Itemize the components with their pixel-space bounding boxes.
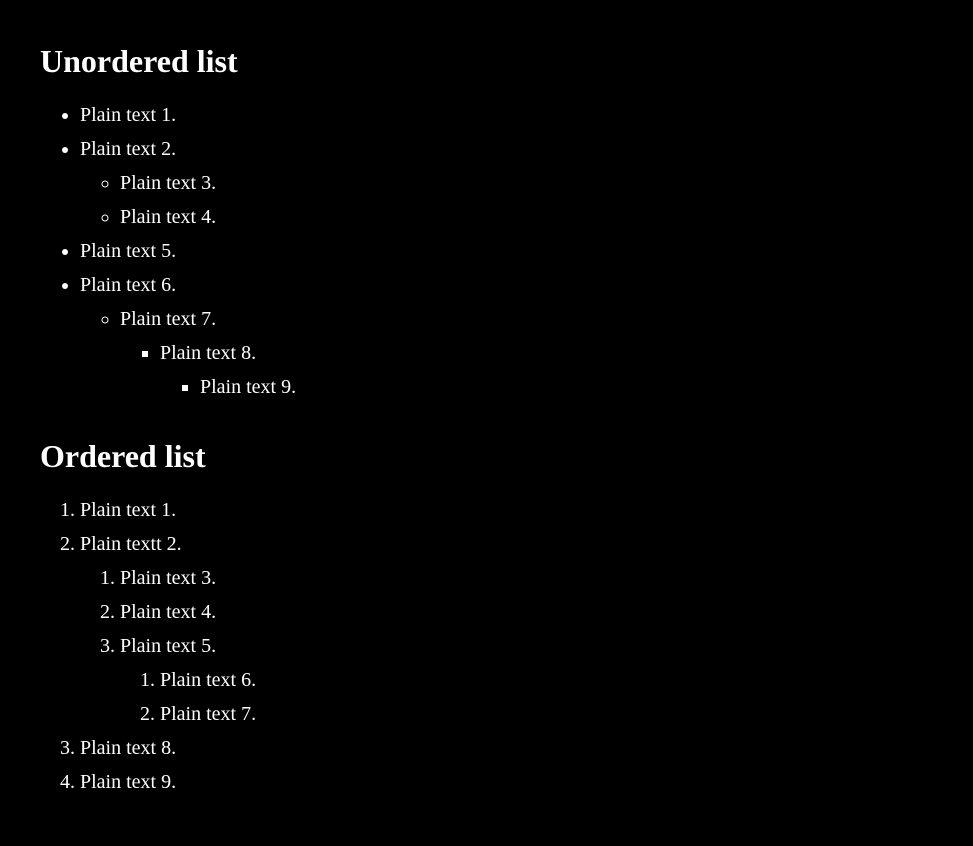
list-item: Plain text 7. <box>160 698 933 730</box>
list-item: Plain text 6. <box>160 664 933 696</box>
unordered-list-nested: Plain text 8. Plain text 9. <box>120 337 933 403</box>
list-item: Plain text 3. <box>120 562 933 594</box>
list-item: Plain text 9. <box>80 766 933 798</box>
list-item: Plain text 6. Plain text 7. Plain text 8… <box>80 269 933 403</box>
unordered-list-nested: Plain text 9. <box>160 371 933 403</box>
list-item-text: Plain text 5. <box>120 635 216 657</box>
list-item: Plain text 2. Plain text 3. Plain text 4… <box>80 133 933 233</box>
list-item-text: Plain text 6. <box>80 274 176 296</box>
list-item: Plain text 1. <box>80 99 933 131</box>
list-item: Plain text 4. <box>120 201 933 233</box>
list-item: Plain text 3. <box>120 167 933 199</box>
list-item: Plain text 8. <box>80 732 933 764</box>
ordered-list: Plain text 1. Plain textt 2. Plain text … <box>40 494 933 798</box>
unordered-list-nested: Plain text 7. Plain text 8. Plain text 9… <box>80 303 933 403</box>
list-item: Plain text 9. <box>200 371 933 403</box>
ordered-list-nested: Plain text 6. Plain text 7. <box>120 664 933 730</box>
ordered-list-nested: Plain text 3. Plain text 4. Plain text 5… <box>80 562 933 730</box>
list-item: Plain text 5. Plain text 6. Plain text 7… <box>120 630 933 730</box>
heading-ordered-list: Ordered list <box>40 431 933 482</box>
list-item: Plain text 1. <box>80 494 933 526</box>
unordered-list-nested: Plain text 3. Plain text 4. <box>80 167 933 233</box>
list-item-text: Plain text 7. <box>120 308 216 330</box>
heading-unordered-list: Unordered list <box>40 36 933 87</box>
unordered-list: Plain text 1. Plain text 2. Plain text 3… <box>40 99 933 403</box>
list-item-text: Plain textt 2. <box>80 533 182 555</box>
list-item-text: Plain text 8. <box>160 342 256 364</box>
list-item: Plain text 7. Plain text 8. Plain text 9… <box>120 303 933 403</box>
list-item-text: Plain text 2. <box>80 138 176 160</box>
list-item: Plain text 8. Plain text 9. <box>160 337 933 403</box>
list-item: Plain text 5. <box>80 235 933 267</box>
list-item: Plain text 4. <box>120 596 933 628</box>
list-item: Plain textt 2. Plain text 3. Plain text … <box>80 528 933 730</box>
